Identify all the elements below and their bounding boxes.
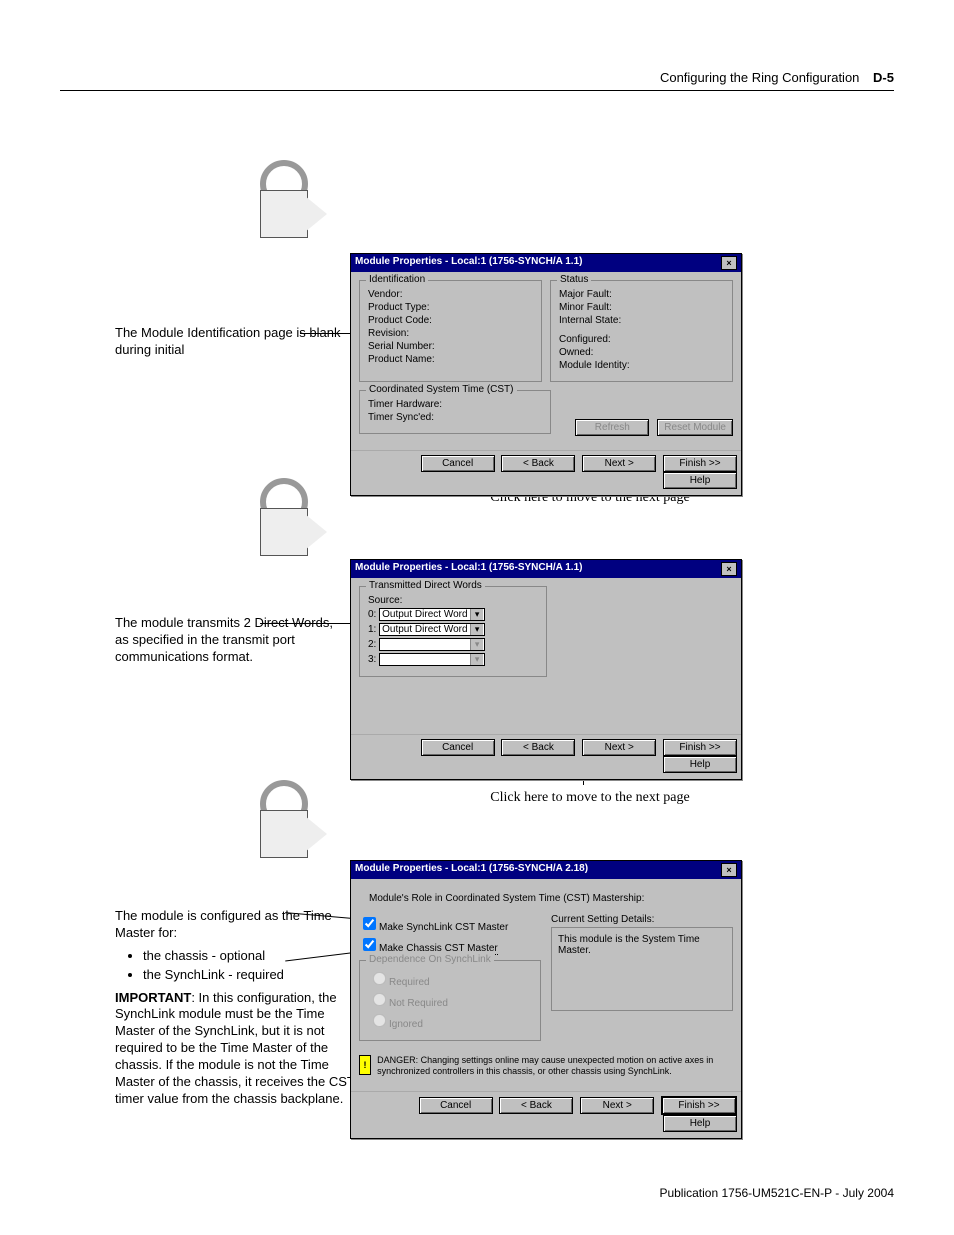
important-label: IMPORTANT [115,990,191,1005]
help-button[interactable]: Help [663,756,737,773]
cancel-button[interactable]: Cancel [421,739,495,756]
dependence-required-radio [373,972,386,985]
back-button[interactable]: < Back [499,1097,573,1114]
label-word-2: 2: [368,639,376,650]
dialog-button-row: Cancel < Back Next > Finish >> Help [351,1091,741,1138]
label-current-setting-details: Current Setting Details: [551,914,733,925]
warning-icon: ! [359,1055,371,1075]
step-arrow-icon [250,478,340,578]
header-page-number: D-5 [873,70,894,85]
label-make-synchlink-master: Make SynchLink CST Master [379,922,508,933]
close-icon[interactable]: × [721,562,737,576]
label-word-0: 0: [368,609,376,620]
callout-text-1: The Module Identification page is blank … [115,325,345,359]
label-word-1: 1: [368,624,376,635]
close-icon[interactable]: × [721,256,737,270]
details-box: This module is the System Time Master. [551,927,733,1011]
bullet-synchlink: the SynchLink - required [143,967,355,984]
word-0-select[interactable]: Output Direct Word 0 [379,608,485,621]
label-dep-ignored: Ignored [389,1019,423,1030]
module-properties-dialog-2: Module Properties - Local:1 (1756-SYNCH/… [350,559,742,780]
cancel-button[interactable]: Cancel [421,455,495,472]
refresh-button[interactable]: Refresh [575,419,649,436]
label-dep-not-required: Not Required [389,998,448,1009]
label-product-code: Product Code: [368,315,533,326]
label-word-3: 3: [368,654,376,665]
page-header: Configuring the Ring Configuration D-5 [660,70,894,85]
next-button[interactable]: Next > [582,739,656,756]
dialog-title: Module Properties - Local:1 (1756-SYNCH/… [355,256,582,270]
dialog-title: Module Properties - Local:1 (1756-SYNCH/… [355,863,588,877]
label-internal-state: Internal State: [559,315,724,326]
label-product-type: Product Type: [368,302,533,313]
label-minor-fault: Minor Fault: [559,302,724,313]
label-dep-required: Required [389,977,430,988]
close-icon[interactable]: × [721,863,737,877]
label-module-identity: Module Identity: [559,360,724,371]
label-vendor: Vendor: [368,289,533,300]
finish-button[interactable]: Finish >> [661,1096,737,1115]
finish-button[interactable]: Finish >> [663,455,737,472]
back-button[interactable]: < Back [501,455,575,472]
module-properties-dialog-1: Module Properties - Local:1 (1756-SYNCH/… [350,253,742,496]
header-title: Configuring the Ring Configuration [660,70,859,85]
group-cst: Coordinated System Time (CST) [366,384,517,395]
word-2-select [379,638,485,651]
back-button[interactable]: < Back [501,739,575,756]
cancel-button[interactable]: Cancel [419,1097,493,1114]
make-synchlink-master-checkbox[interactable] [363,917,376,930]
group-status: Status [557,274,591,285]
dialog-button-row: Cancel < Back Next > Finish >> Help [351,450,741,495]
publication-footer: Publication 1756-UM521C-EN-P - July 2004 [659,1186,894,1200]
label-owned: Owned: [559,347,724,358]
next-button[interactable]: Next > [580,1097,654,1114]
label-configured: Configured: [559,334,724,345]
label-source: Source: [368,595,538,606]
step-arrow-icon [250,160,340,260]
label-timer-hardware: Timer Hardware: [368,399,542,410]
dependence-not-required-radio [373,993,386,1006]
group-identification: Identification [366,274,428,285]
finish-button[interactable]: Finish >> [663,739,737,756]
header-rule [60,90,894,91]
help-button[interactable]: Help [663,472,737,489]
group-transmitted-words: Transmitted Direct Words [366,580,485,591]
label-product-name: Product Name: [368,354,533,365]
word-1-select[interactable]: Output Direct Word 1 [379,623,485,636]
group-dependence: Dependence On SynchLink [366,954,494,965]
label-revision: Revision: [368,328,533,339]
dialog-titlebar[interactable]: Module Properties - Local:1 (1756-SYNCH/… [351,861,741,879]
callout-text-3: The module is configured as the Time Mas… [115,908,355,1108]
reset-module-button[interactable]: Reset Module [657,419,733,436]
caption-next-2: Click here to move to the next page [460,790,720,806]
next-button[interactable]: Next > [582,455,656,472]
danger-warning: ! DANGER: Changing settings online may c… [359,1055,733,1077]
make-chassis-master-checkbox[interactable] [363,938,376,951]
label-serial-number: Serial Number: [368,341,533,352]
dependence-ignored-radio [373,1014,386,1027]
dialog-title: Module Properties - Local:1 (1756-SYNCH/… [355,562,582,576]
step-arrow-icon [250,780,340,880]
word-3-select [379,653,485,666]
dialog-titlebar[interactable]: Module Properties - Local:1 (1756-SYNCH/… [351,254,741,272]
danger-text: DANGER: Changing settings online may cau… [377,1055,733,1077]
label-timer-synced: Timer Sync'ed: [368,412,542,423]
help-button[interactable]: Help [663,1115,737,1132]
dialog-button-row: Cancel < Back Next > Finish >> Help [351,734,741,779]
module-properties-dialog-3: Module Properties - Local:1 (1756-SYNCH/… [350,860,742,1139]
callout-3-intro: The module is configured as the Time Mas… [115,908,355,942]
important-body: : In this configuration, the SynchLink m… [115,990,355,1106]
dialog-titlebar[interactable]: Module Properties - Local:1 (1756-SYNCH/… [351,560,741,578]
label-role-subtitle: Module's Role in Coordinated System Time… [369,893,733,904]
label-major-fault: Major Fault: [559,289,724,300]
